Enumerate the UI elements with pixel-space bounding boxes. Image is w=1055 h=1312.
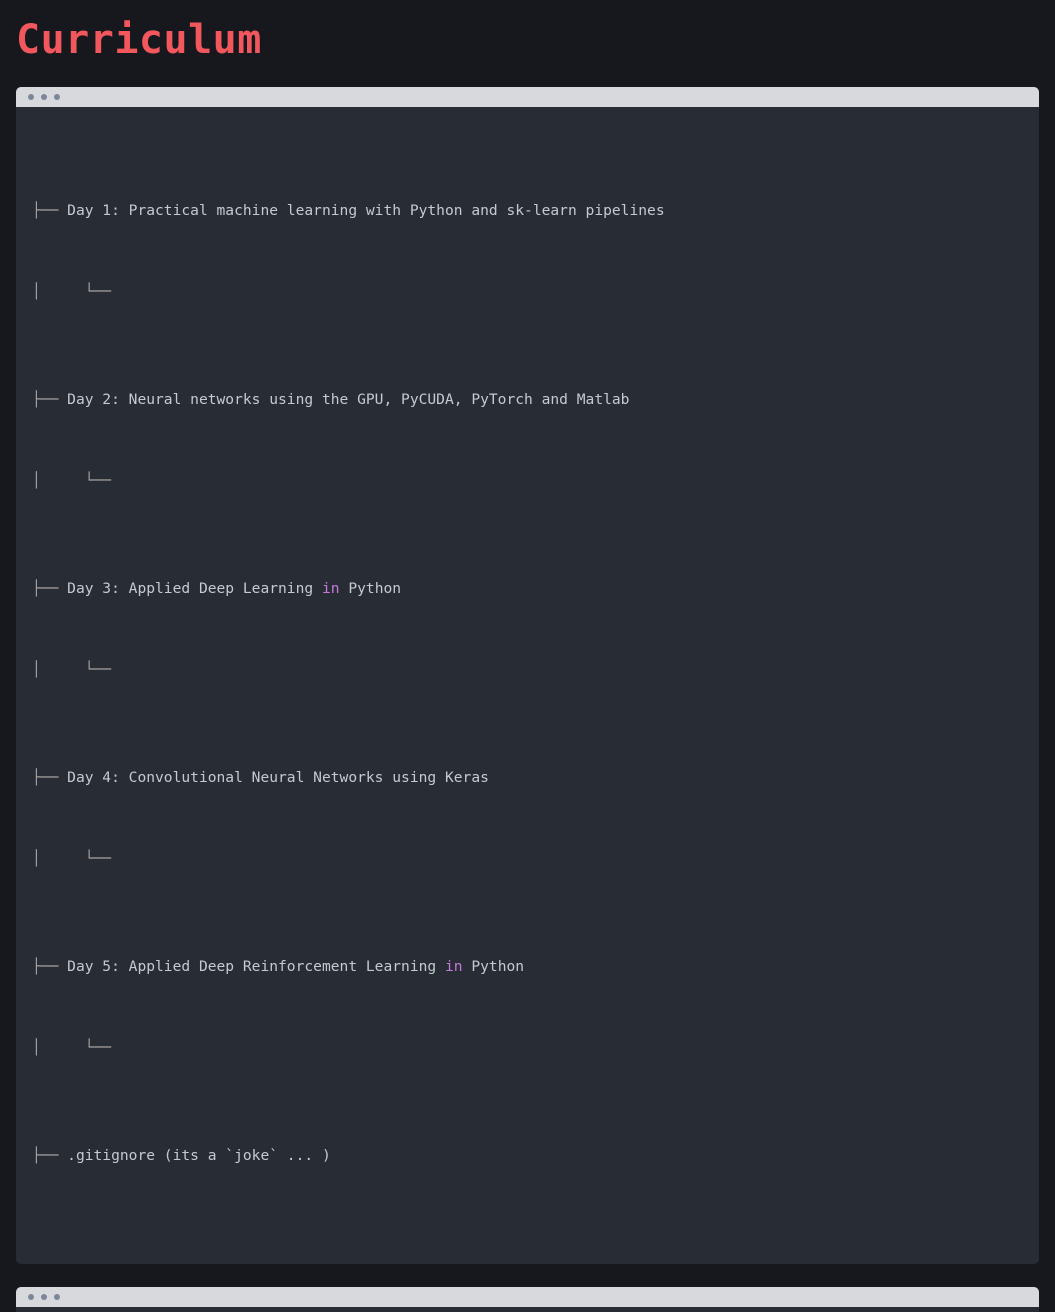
tree-line-day4: ├── Day 4: Convolutional Neural Networks… bbox=[16, 764, 1039, 791]
tree-line-day3: ├── Day 3: Applied Deep Learning in Pyth… bbox=[16, 575, 1039, 602]
tree-line-day2: ├── Day 2: Neural networks using the GPU… bbox=[16, 386, 1039, 413]
tree-branch-glyph: ├── bbox=[32, 391, 68, 408]
tree-line-text: Day 4: Convolutional Neural Networks usi… bbox=[67, 769, 489, 786]
page-title: Curriculum bbox=[16, 17, 262, 63]
tree-line-text-after: Python bbox=[339, 580, 402, 597]
code-block-header bbox=[16, 1287, 1039, 1307]
tree-subline-day4: │ └── bbox=[16, 845, 1039, 872]
tree-line-keyword: in bbox=[444, 958, 463, 975]
tree-branch-glyph: ├── bbox=[32, 958, 68, 975]
window-dot-green-icon bbox=[54, 1294, 60, 1300]
tree-line-keyword: in bbox=[321, 580, 340, 597]
tree-line-text: Day 1: Practical machine learning with P… bbox=[67, 202, 665, 219]
tree-branch-glyph: ├── bbox=[32, 1147, 68, 1164]
curriculum-tree-block: ├── Day 1: Practical machine learning wi… bbox=[16, 87, 1039, 1264]
tree-line-text: .gitignore (its a `joke` ... ) bbox=[67, 1147, 331, 1164]
page-root: Curriculum ├── Day 1: Practical machine … bbox=[0, 0, 1055, 1312]
tree-line-text: Day 3: Applied Deep Learning bbox=[67, 580, 322, 597]
window-dot-green-icon bbox=[54, 94, 60, 100]
tree-line-text-after: Python bbox=[462, 958, 525, 975]
tree-branch-glyph: ├── bbox=[32, 202, 68, 219]
tree-subline-day3: │ └── bbox=[16, 656, 1039, 683]
window-dot-red-icon bbox=[28, 1294, 34, 1300]
tree-subline-day5: │ └── bbox=[16, 1034, 1039, 1061]
tree-leaf-glyph: │ └── bbox=[32, 283, 112, 300]
tree-leaf-glyph: │ └── bbox=[32, 472, 112, 489]
curriculum-tree-body: ├── Day 1: Practical machine learning wi… bbox=[16, 107, 1039, 1264]
tree-line-text: Day 5: Applied Deep Reinforcement Learni… bbox=[67, 958, 445, 975]
window-dot-yellow-icon bbox=[41, 1294, 47, 1300]
tree-leaf-glyph: │ └── bbox=[32, 661, 112, 678]
tree-branch-glyph: ├── bbox=[32, 769, 68, 786]
window-dot-red-icon bbox=[28, 94, 34, 100]
xgb-output-body: Running:XGBClassifier(base_score=0.5, co… bbox=[16, 1307, 1039, 1312]
tree-line-gitignore: ├── .gitignore (its a `joke` ... ) bbox=[16, 1142, 1039, 1169]
tree-branch-glyph: ├── bbox=[32, 580, 68, 597]
tree-line-day1: ├── Day 1: Practical machine learning wi… bbox=[16, 197, 1039, 224]
tree-leaf-glyph: │ └── bbox=[32, 1039, 112, 1056]
tree-line-text: Day 2: Neural networks using the GPU, Py… bbox=[67, 391, 630, 408]
window-dot-yellow-icon bbox=[41, 94, 47, 100]
tree-subline-day2: │ └── bbox=[16, 467, 1039, 494]
tree-subline-day1: │ └── bbox=[16, 278, 1039, 305]
code-block-header bbox=[16, 87, 1039, 107]
xgb-output-block: Running:XGBClassifier(base_score=0.5, co… bbox=[16, 1287, 1039, 1312]
tree-line-day5: ├── Day 5: Applied Deep Reinforcement Le… bbox=[16, 953, 1039, 980]
tree-leaf-glyph: │ └── bbox=[32, 850, 112, 867]
